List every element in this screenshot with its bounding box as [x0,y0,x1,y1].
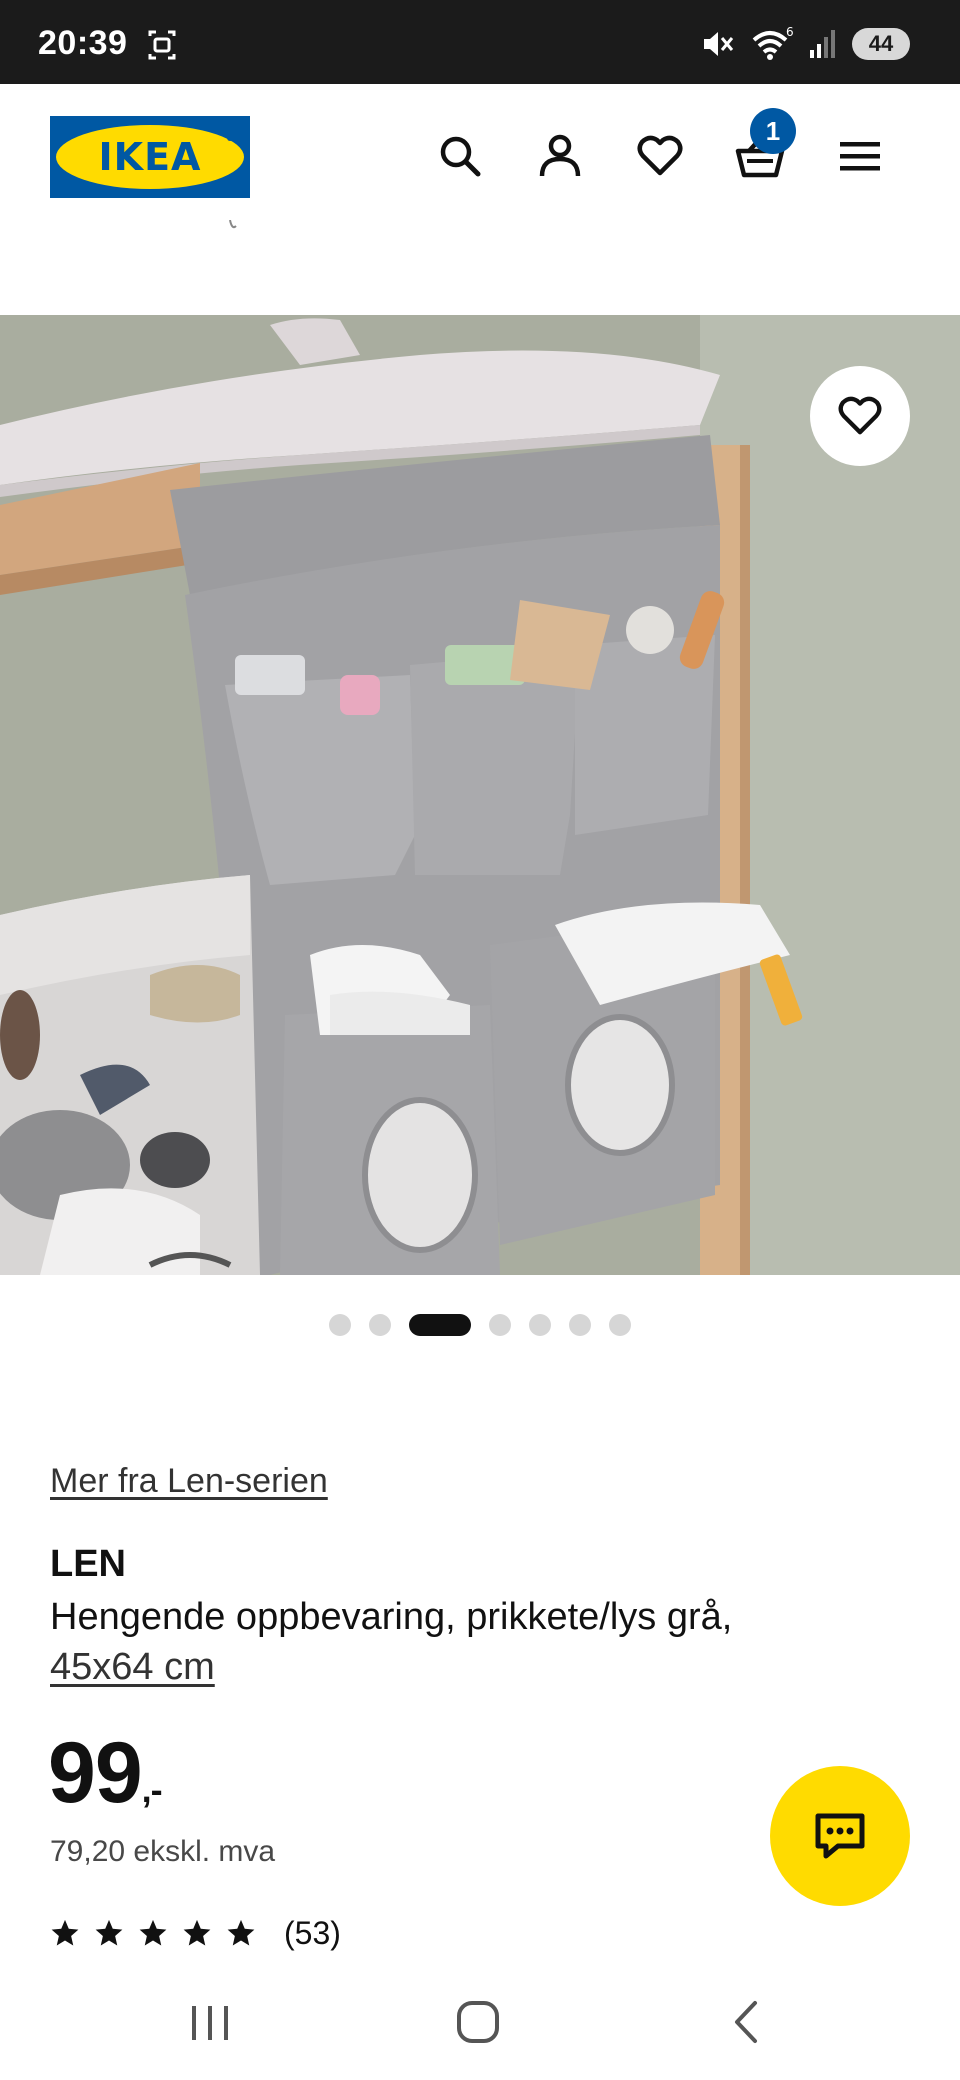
back-icon [735,2001,757,2043]
price-main: 99 [48,1725,143,1821]
product-rating[interactable]: (53) [50,1908,341,1958]
search-button[interactable] [434,130,486,182]
battery-indicator: 44 [852,28,910,60]
carousel-dot[interactable] [329,1314,351,1336]
account-button[interactable] [534,130,586,182]
signal-icon [810,30,835,58]
home-button[interactable] [438,1992,518,2052]
product-photo [0,315,960,1275]
carousel-dot[interactable] [529,1314,551,1336]
price-ex-vat: 79,20 ekskl. mva [50,1835,276,1868]
account-icon [539,134,581,177]
product-price: 99,- [48,1724,163,1823]
status-icons: 6 44 [700,24,910,64]
price-suffix: ,- [141,1769,163,1810]
wifi-label: 6 [786,26,794,39]
recent-apps-button[interactable] [170,1992,250,2052]
carousel-dot[interactable] [489,1314,511,1336]
recent-apps-icon [192,2006,228,2040]
carousel-dot[interactable] [369,1314,391,1336]
favorite-image-button[interactable] [810,366,910,466]
star-icon [227,1919,255,1946]
system-navigation-bar [0,1962,960,2080]
star-icon [139,1919,167,1946]
product-description-text: Hengende oppbevaring, prikkete/lys grå, [50,1596,733,1638]
status-time: 20:39 [38,24,128,62]
heart-icon [637,135,683,176]
logo-text: IKEA [99,135,202,179]
back-button[interactable] [706,1992,786,2052]
status-bar: 20:39 6 44 [0,0,960,84]
mute-icon [704,32,734,56]
carousel-dot[interactable] [569,1314,591,1336]
site-header: IKEA 1 [0,84,960,234]
chat-icon [815,1813,865,1859]
wifi-icon: 6 [752,26,794,60]
carousel-dot[interactable] [409,1314,471,1336]
cart-button[interactable]: 1 [734,108,796,182]
carousel-dot[interactable] [609,1314,631,1336]
scrolled-breadcrumb-remnant [50,220,270,234]
ikea-logo[interactable]: IKEA [50,116,250,198]
search-icon [440,136,481,177]
rating-stars [50,1918,256,1948]
product-size-link[interactable]: 45x64 cm [50,1646,215,1688]
product-image[interactable] [0,315,960,1275]
chat-button[interactable] [770,1766,910,1906]
star-icon [51,1919,79,1946]
series-link[interactable]: Mer fra Len-serien [50,1462,328,1501]
product-description: Hengende oppbevaring, prikkete/lys grå, … [50,1592,850,1692]
menu-button[interactable] [834,130,886,182]
cart-count-badge: 1 [750,108,796,154]
rating-count: (53) [284,1914,341,1951]
home-icon [457,2001,499,2043]
product-name: LEN [50,1543,126,1585]
star-icon [95,1919,123,1946]
wishlist-button[interactable] [634,130,686,182]
screen-record-icon [148,30,176,60]
star-icon [183,1919,211,1946]
favorite-icon [838,396,882,435]
image-carousel-dots [0,1314,960,1336]
menu-icon [840,142,880,171]
